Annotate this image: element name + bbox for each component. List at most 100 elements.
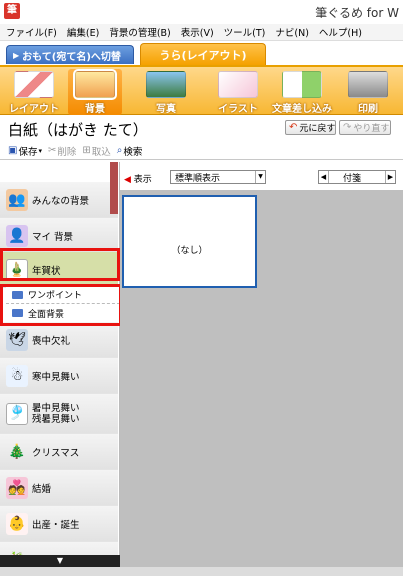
category-my-backgrounds[interactable]: 👤 マイ 背景 bbox=[0, 218, 118, 254]
illustration-icon bbox=[218, 71, 258, 98]
tab-back-layout[interactable]: うら(レイアウト) bbox=[140, 43, 266, 65]
tool-print[interactable]: 印刷 bbox=[342, 69, 394, 115]
undo-button[interactable]: ↶ 元に戻す bbox=[285, 120, 336, 135]
new-year-card-icon: 🎍 bbox=[6, 258, 28, 281]
tag-filter-value: 付箋 bbox=[343, 173, 362, 184]
window-title: 筆ぐるめ for W bbox=[315, 6, 399, 20]
import-icon: ⊞ bbox=[82, 145, 91, 156]
tool-text-insert[interactable]: 文章差し込み bbox=[270, 69, 334, 115]
menu-edit[interactable]: 編集(E) bbox=[67, 25, 99, 39]
tab-back-label: うら(レイアウト) bbox=[159, 48, 247, 62]
menu-navi[interactable]: ナビ(N) bbox=[275, 25, 309, 39]
sidebar-scroll-down-button[interactable]: ▼ bbox=[0, 555, 120, 567]
sort-order-select[interactable]: 標準順表示 ▼ bbox=[170, 170, 266, 184]
category-label: 年賀状 bbox=[32, 265, 61, 277]
thumbnail-caption: （なし） bbox=[171, 246, 208, 256]
list-header: ◀ 表示 標準順表示 ▼ ◀ 付箋 ▶ bbox=[120, 162, 403, 190]
background-list-area: ◀ 表示 標準順表示 ▼ ◀ 付箋 ▶ （なし） bbox=[120, 162, 403, 576]
photo-icon bbox=[146, 71, 186, 98]
christmas-tree-icon: 🎄 bbox=[8, 443, 26, 460]
menu-view[interactable]: 表示(V) bbox=[181, 25, 214, 39]
search-label: 検索 bbox=[123, 146, 143, 158]
tab-front-switch[interactable]: ▶ おもて(宛て名)へ切替 bbox=[6, 45, 134, 64]
category-label: マイ 背景 bbox=[32, 231, 74, 243]
tool-text-insert-label: 文章差し込み bbox=[272, 104, 332, 115]
action-row: ▣ 保存 ▾ ✂ 削除 ⊞ 取込 ⌕ 検索 bbox=[0, 142, 403, 160]
sort-order-value: 標準順表示 bbox=[175, 173, 221, 184]
tool-print-label: 印刷 bbox=[358, 104, 378, 115]
subitem-full-background[interactable]: 全面背景 bbox=[6, 304, 119, 322]
tab-strip: ▶ おもて(宛て名)へ切替 うら(レイアウト) bbox=[0, 41, 403, 65]
dropdown-arrow-icon: ▼ bbox=[255, 171, 265, 183]
category-birth[interactable]: 👶 出産・誕生 bbox=[0, 506, 118, 542]
summer-card-icon: 🎐 bbox=[6, 402, 28, 425]
save-label: 保存 bbox=[18, 146, 38, 158]
subitem-label: ワンポイント bbox=[28, 291, 83, 301]
triangle-right-icon: ▶ bbox=[13, 50, 20, 60]
display-label: 表示 bbox=[133, 175, 152, 185]
subitem-one-point[interactable]: ワンポイント bbox=[6, 286, 119, 304]
tool-background-label: 背景 bbox=[85, 104, 105, 115]
category-label: クリスマス bbox=[32, 447, 80, 459]
app-icon: 筆 bbox=[4, 3, 20, 19]
redo-button[interactable]: ↷ やり直す bbox=[339, 120, 391, 135]
sidebar-scroll-indicator bbox=[110, 162, 118, 214]
menu-tools[interactable]: ツール(T) bbox=[224, 25, 266, 39]
background-thumbnail[interactable]: （なし） bbox=[122, 195, 257, 288]
tool-illustration[interactable]: イラスト bbox=[212, 69, 264, 115]
subitem-label: 全面背景 bbox=[28, 309, 65, 320]
wedding-icon: 💑 bbox=[6, 476, 28, 499]
category-winter-greetings[interactable]: ☃ 寒中見舞い bbox=[0, 358, 118, 394]
person-icon: 👤 bbox=[6, 224, 28, 247]
tool-illustration-label: イラスト bbox=[218, 104, 258, 115]
new-year-subitems: ワンポイント 全面背景 bbox=[6, 286, 119, 324]
window-bottom-frame bbox=[0, 567, 403, 576]
import-button[interactable]: ⊞ 取込 bbox=[82, 144, 110, 158]
page-title: 白紙（はがき たて） bbox=[8, 121, 148, 139]
search-icon: ⌕ bbox=[116, 145, 123, 156]
import-label: 取込 bbox=[91, 146, 111, 158]
printer-icon bbox=[348, 71, 388, 98]
category-new-year-cards[interactable]: 🎍 年賀状 bbox=[0, 252, 118, 288]
search-button[interactable]: ⌕ 検索 bbox=[117, 144, 143, 158]
next-icon[interactable]: ▶ bbox=[385, 171, 395, 183]
save-button[interactable]: ▣ 保存 ▾ bbox=[8, 144, 42, 158]
delete-button[interactable]: ✂ 削除 bbox=[48, 144, 76, 158]
main-toolbar: レイアウト 背景 写真 イラスト 文章差し込み 印刷 bbox=[0, 65, 403, 115]
tool-photo[interactable]: 写真 bbox=[140, 69, 192, 115]
tool-layout[interactable]: レイアウト bbox=[8, 69, 60, 115]
dropdown-arrow-icon: ▾ bbox=[38, 146, 42, 155]
display-toggle[interactable]: ◀ 表示 bbox=[124, 172, 152, 185]
tag-filter-select[interactable]: ◀ 付箋 ▶ bbox=[318, 170, 396, 184]
people-icon: 👥 bbox=[6, 188, 28, 211]
mourning-icon: 🕊 bbox=[6, 328, 28, 351]
category-label: みんなの背景 bbox=[32, 195, 90, 207]
category-summer-greetings[interactable]: 🎐 暑中見舞い 残暑見舞い bbox=[0, 394, 118, 434]
category-christmas[interactable]: 🎄 クリスマス bbox=[0, 434, 118, 470]
snowman-icon: ☃ bbox=[6, 364, 28, 387]
menu-background[interactable]: 背景の管理(B) bbox=[109, 25, 170, 39]
text-insert-icon bbox=[282, 71, 322, 98]
category-label: 寒中見舞い bbox=[32, 371, 80, 383]
tool-background[interactable]: 背景 bbox=[68, 69, 122, 115]
tool-photo-label: 写真 bbox=[156, 104, 176, 115]
category-everyone-backgrounds[interactable]: 👥 みんなの背景 bbox=[0, 182, 118, 218]
menu-file[interactable]: ファイル(F) bbox=[6, 25, 57, 39]
delete-label: 削除 bbox=[57, 146, 77, 158]
redo-label: やり直す bbox=[353, 124, 390, 134]
prev-icon[interactable]: ◀ bbox=[319, 171, 329, 183]
category-wedding[interactable]: 💑 結婚 bbox=[0, 470, 118, 506]
background-icon bbox=[73, 69, 117, 100]
category-mourning[interactable]: 🕊 喪中欠礼 bbox=[0, 322, 118, 358]
menu-bar: ファイル(F) 編集(E) 背景の管理(B) 表示(V) ツール(T) ナビ(N… bbox=[0, 24, 403, 41]
layout-icon bbox=[14, 71, 54, 98]
folder-icon bbox=[12, 309, 23, 317]
category-label: 暑中見舞い 残暑見舞い bbox=[32, 402, 80, 425]
title-bar: 筆 筆ぐるめ for W bbox=[0, 0, 403, 24]
category-label: 結婚 bbox=[32, 483, 52, 495]
folder-icon bbox=[12, 290, 23, 299]
menu-help[interactable]: ヘルプ(H) bbox=[319, 25, 362, 39]
category-label: 出産・誕生 bbox=[32, 519, 80, 531]
save-icon: ▣ bbox=[8, 145, 18, 156]
undo-label: 元に戻す bbox=[299, 124, 336, 134]
